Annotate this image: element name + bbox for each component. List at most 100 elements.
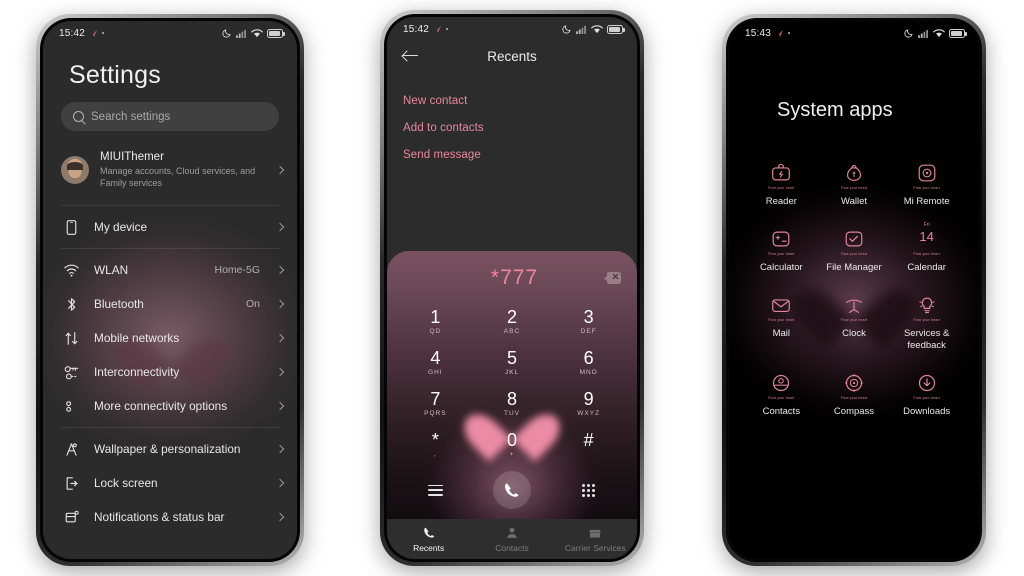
sidebar-item-wallpaper-personalization[interactable]: Wallpaper & personalization [43, 432, 297, 466]
search-placeholder: Search settings [91, 110, 171, 123]
contacts-icon: Flow your heart [764, 366, 798, 400]
dialpad-key-2[interactable]: 2 ABC [474, 301, 551, 342]
page-title: System apps [777, 99, 893, 121]
menu-item-new-contact[interactable]: New contact [403, 87, 637, 114]
item-value: Home-5G [214, 264, 260, 277]
phone-bezel: 15:42 [40, 18, 300, 562]
menu-lines-button[interactable] [397, 484, 474, 496]
heart-badge-icon [864, 286, 872, 293]
location-icon [89, 29, 98, 37]
app-label: Wallet [840, 196, 868, 207]
app-file-manager[interactable]: Flow your heart File Manager [818, 222, 891, 274]
menu-item-send-message[interactable]: Send message [403, 141, 637, 168]
interconnectivity-icon [63, 364, 80, 381]
sidebar-item-notifications-status-bar[interactable]: Notifications & status bar [43, 500, 297, 534]
heart-badge-icon [937, 364, 945, 371]
sidebar-item-lock-screen[interactable]: Lock screen [43, 466, 297, 500]
app-label: Calendar [907, 261, 946, 273]
tab-contacts[interactable]: Contacts [470, 526, 553, 553]
account-name: MIUIThemer [100, 151, 164, 163]
app-wallet[interactable]: Flow your heart Wallet [818, 156, 891, 208]
signal-bars-icon [918, 29, 928, 38]
file-manager-icon: Flow your heart [837, 222, 871, 256]
location-icon [775, 29, 784, 37]
key-sub: ABC [503, 328, 521, 336]
app-contacts[interactable]: Flow your heart Contacts [745, 366, 818, 418]
key-sub: DEF [580, 328, 597, 336]
dialpad-key-8[interactable]: 8 TUV [474, 383, 551, 424]
tab-carrier-services[interactable]: Carrier Services [554, 526, 637, 553]
mi-remote-icon: Flow your heart [910, 156, 944, 190]
heart-badge-icon [864, 220, 872, 227]
status-time: 15:43 [745, 27, 772, 39]
account-row[interactable]: MIUIThemer Manage accounts, Cloud servic… [43, 145, 297, 201]
app-calculator[interactable]: Flow your heart Calculator [745, 222, 818, 274]
app-clock[interactable]: Flow your heart Clock [818, 288, 891, 352]
dialpad-key-star[interactable]: * , [397, 424, 474, 465]
dialpad-key-7[interactable]: 7 PQRS [397, 383, 474, 424]
icon-caption: Flow your heart [913, 251, 940, 256]
heart-badge-icon [864, 154, 872, 161]
app-label: Calculator [759, 261, 803, 273]
dialpad-key-4[interactable]: 4 GHI [397, 342, 474, 383]
services-feedback-icon: Flow your heart [910, 288, 944, 322]
icon-caption: Flow your heart [768, 395, 795, 400]
sidebar-item-wlan[interactable]: WLAN Home-5G [43, 253, 297, 287]
dialpad-key-9[interactable]: 9 WXYZ [550, 383, 627, 424]
dialpad-grid-button[interactable] [550, 483, 627, 497]
account-subtitle: Manage accounts, Cloud services, and Fam… [100, 166, 256, 189]
dialpad-key-0[interactable]: 0 + [474, 424, 551, 465]
app-calendar[interactable]: Fri 14 Flow your heart Calendar [890, 222, 963, 274]
call-button[interactable] [474, 471, 551, 509]
battery-icon [949, 28, 967, 38]
dialpad-key-hash[interactable]: # [550, 424, 627, 465]
key-digit: 1 [430, 307, 441, 328]
dialpad-key-5[interactable]: 5 JKL [474, 342, 551, 383]
backspace-icon[interactable] [604, 272, 621, 285]
icon-caption: Flow your heart [840, 317, 868, 322]
sidebar-item-interconnectivity[interactable]: Interconnectivity [43, 355, 297, 389]
item-label: WLAN [94, 263, 129, 278]
search-input[interactable]: Search settings [61, 102, 279, 131]
menu-item-add-to-contacts[interactable]: Add to contacts [403, 114, 637, 141]
chevron-right-icon [275, 334, 285, 343]
app-label: File Manager [826, 261, 882, 273]
menu-lines-icon [427, 484, 443, 496]
item-label: Lock screen [94, 476, 158, 491]
call-handset-icon [505, 482, 520, 497]
sidebar-item-my-device[interactable]: My device [43, 210, 297, 244]
sidebar-item-more-connectivity-options[interactable]: More connectivity options [43, 389, 297, 423]
heart-badge-icon [937, 286, 945, 293]
tab-recents[interactable]: Recents [387, 526, 470, 553]
app-reader[interactable]: Flow your heart Reader [745, 156, 818, 208]
dialpad-key-3[interactable]: 3 DEF [550, 301, 627, 342]
dialpad-key-1[interactable]: 1 QD [397, 301, 474, 342]
key-digit: * [431, 430, 439, 451]
system-apps-screen: 15:43 System apps Flow your heart Reader… [729, 21, 979, 559]
app-compass[interactable]: Flow your heart Compass [818, 366, 891, 418]
more-options-icon [63, 398, 80, 415]
key-sub: MNO [579, 369, 598, 377]
app-mi-remote[interactable]: Flow your heart Mi Remote [890, 156, 963, 208]
item-value: On [245, 298, 260, 311]
dialpad-grid-icon [582, 483, 596, 497]
key-digit: 4 [430, 348, 441, 369]
tab-label: Carrier Services [564, 542, 626, 553]
dnd-moon-icon [222, 29, 231, 38]
app-services-feedback[interactable]: Flow your heart Services & feedback [890, 288, 963, 352]
app-downloads[interactable]: Flow your heart Downloads [890, 366, 963, 418]
chevron-right-icon [275, 513, 285, 522]
item-label: Bluetooth [94, 297, 144, 312]
key-sub: , [433, 451, 437, 458]
icon-caption: Flow your heart [768, 317, 795, 322]
battery-icon [607, 24, 625, 34]
chevron-right-icon [275, 223, 285, 232]
item-label: Wallpaper & personalization [94, 442, 241, 457]
sidebar-item-bluetooth[interactable]: Bluetooth On [43, 287, 297, 321]
key-sub: JKL [504, 369, 520, 377]
app-label: Compass [833, 405, 875, 417]
app-mail[interactable]: Flow your heart Mail [745, 288, 818, 352]
dialpad-key-6[interactable]: 6 MNO [550, 342, 627, 383]
item-label: Interconnectivity [94, 365, 180, 380]
sidebar-item-mobile-networks[interactable]: Mobile networks [43, 321, 297, 355]
